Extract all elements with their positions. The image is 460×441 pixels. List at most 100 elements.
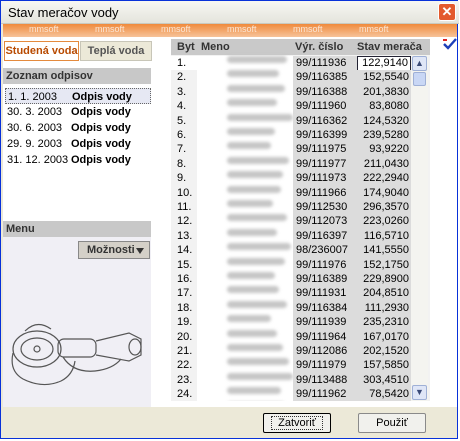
table-row[interactable]: 14. 98/236007 141,5550: [171, 243, 411, 259]
cell-vyr-cislo: 99/116362: [293, 113, 357, 129]
cell-stav-meraca[interactable]: 174,9040: [357, 185, 411, 201]
reading-label: Odpis vody: [71, 154, 131, 166]
banner-watermark: mmsoft: [29, 24, 59, 34]
table-row[interactable]: 15. 99/111976 152,1750: [171, 257, 411, 273]
cell-meno-redacted: [197, 142, 293, 158]
redacted-name-blur: [227, 128, 275, 135]
tab-hot-water[interactable]: Teplá voda: [80, 41, 152, 61]
table-row[interactable]: 2. 99/116385 152,5540: [171, 70, 411, 86]
table-row[interactable]: 24. 99/111962 78,5420: [171, 387, 411, 401]
cell-meno-redacted: [197, 171, 293, 187]
grid-header: Byt Meno Výr. číslo Stav merača: [171, 39, 430, 55]
cell-stav-meraca[interactable]: 167,0170: [357, 329, 411, 345]
column-header-vyr-cislo[interactable]: Výr. číslo: [295, 39, 343, 55]
table-row[interactable]: 13. 99/116397 116,5710: [171, 228, 411, 244]
table-row[interactable]: 17. 99/111931 204,8510: [171, 286, 411, 302]
cell-vyr-cislo: 98/236007: [293, 243, 357, 259]
reading-item[interactable]: 31. 12. 2003 Odpis vody: [5, 152, 151, 168]
close-button-label: Zatvoriť: [271, 416, 323, 430]
cell-stav-meraca[interactable]: 239,5280: [357, 128, 411, 143]
cell-byt: 2.: [171, 70, 197, 86]
table-row[interactable]: 7. 99/111975 93,9220: [171, 142, 411, 158]
apply-button[interactable]: Použiť: [358, 413, 426, 433]
cell-stav-meraca[interactable]: 124,5320: [357, 113, 411, 129]
column-header-stav[interactable]: Stav merača: [357, 39, 422, 55]
table-row[interactable]: 8. 99/111977 211,0430: [171, 156, 411, 172]
cell-stav-meraca[interactable]: 235,2310: [357, 315, 411, 331]
redacted-name-blur: [227, 185, 281, 193]
cell-vyr-cislo: 99/112530: [293, 200, 357, 215]
cell-stav-meraca[interactable]: 201,3830: [357, 84, 411, 100]
cell-stav-meraca[interactable]: 204,8510: [357, 286, 411, 302]
cell-vyr-cislo: 99/116388: [293, 84, 357, 100]
cell-byt: 18.: [171, 300, 197, 316]
cell-byt: 6.: [171, 128, 197, 143]
cell-stav-meraca[interactable]: 152,5540: [357, 70, 411, 86]
cell-stav-meraca[interactable]: 93,9220: [357, 142, 411, 158]
scroll-down-arrow-icon[interactable]: ▼: [412, 385, 427, 400]
options-dropdown[interactable]: Možnosti: [78, 241, 150, 259]
cell-byt: 17.: [171, 286, 197, 302]
table-row[interactable]: 6. 99/116399 239,5280: [171, 128, 411, 143]
table-row[interactable]: 11. 99/112530 296,3570: [171, 200, 411, 215]
cell-stav-meraca[interactable]: 152,1750: [357, 257, 411, 273]
redacted-name-blur: [227, 387, 281, 395]
cell-vyr-cislo: 99/111936: [293, 56, 357, 71]
cell-stav-meraca[interactable]: 83,8080: [357, 99, 411, 115]
cell-stav-meraca[interactable]: 157,5850: [357, 358, 411, 374]
close-window-button[interactable]: ✕: [438, 3, 456, 21]
reading-item[interactable]: 1. 1. 2003 Odpis vody: [5, 88, 151, 104]
table-row[interactable]: 3. 99/116388 201,3830: [171, 84, 411, 100]
cell-stav-meraca[interactable]: 303,4510: [357, 372, 411, 388]
redacted-name-blur: [227, 243, 291, 251]
cell-stav-meraca[interactable]: 211,0430: [357, 156, 411, 172]
cell-stav-meraca[interactable]: 222,2940: [357, 171, 411, 187]
cell-byt: 1.: [171, 56, 197, 71]
cell-stav-meraca[interactable]: 116,5710: [357, 228, 411, 244]
cell-stav-meraca[interactable]: 202,1520: [357, 344, 411, 359]
table-row[interactable]: 23. 99/113488 303,4510: [171, 372, 411, 388]
redacted-name-blur: [227, 142, 271, 150]
cell-vyr-cislo: 99/111976: [293, 257, 357, 273]
banner-watermark: mmsoft: [161, 24, 191, 34]
reading-label: Odpis vody: [71, 106, 131, 118]
reading-item[interactable]: 29. 9. 2003 Odpis vody: [5, 136, 151, 152]
table-row[interactable]: 4. 99/111960 83,8080: [171, 99, 411, 115]
table-row[interactable]: 10. 99/111966 174,9040: [171, 185, 411, 201]
cell-stav-meraca[interactable]: 296,3570: [357, 200, 411, 215]
chevron-down-icon: [136, 248, 144, 254]
table-row[interactable]: 21. 99/112086 202,1520: [171, 344, 411, 359]
cell-stav-meraca[interactable]: 229,8900: [357, 272, 411, 287]
cell-stav-meraca[interactable]: 223,0260: [357, 214, 411, 230]
cell-stav-meraca[interactable]: 111,2930: [357, 300, 411, 316]
close-button[interactable]: Zatvoriť: [263, 413, 331, 433]
table-row[interactable]: 18. 99/116384 111,2930: [171, 300, 411, 316]
redacted-name-blur: [227, 99, 277, 107]
column-header-meno[interactable]: Meno: [201, 39, 230, 55]
scroll-thumb[interactable]: [413, 72, 426, 86]
table-row[interactable]: 5. 99/116362 124,5320: [171, 113, 411, 129]
window-title: Stav meračov vody: [8, 5, 119, 20]
redacted-name-blur: [227, 56, 287, 63]
column-header-byt[interactable]: Byt: [177, 39, 195, 55]
reading-item[interactable]: 30. 3. 2003 Odpis vody: [5, 104, 151, 120]
grid-scrollbar[interactable]: ▲ ▼: [411, 55, 428, 401]
table-row[interactable]: 12. 99/112073 223,0260: [171, 214, 411, 230]
table-row[interactable]: 20. 99/111964 167,0170: [171, 329, 411, 345]
cell-stav-meraca[interactable]: 141,5550: [357, 243, 411, 259]
cell-stav-meraca[interactable]: 122,9140: [357, 56, 411, 71]
cell-stav-meraca[interactable]: 78,5420: [357, 387, 411, 401]
table-row[interactable]: 16. 99/116389 229,8900: [171, 272, 411, 287]
cell-vyr-cislo: 99/111966: [293, 185, 357, 201]
scroll-up-arrow-icon[interactable]: ▲: [412, 56, 427, 71]
table-row[interactable]: 1. 99/111936 122,9140: [171, 56, 411, 71]
tab-cold-water[interactable]: Studená voda: [4, 41, 79, 61]
readings-section-header: Zoznam odpisov: [3, 68, 151, 84]
table-row[interactable]: 19. 99/111939 235,2310: [171, 315, 411, 331]
reading-item[interactable]: 30. 6. 2003 Odpis vody: [5, 120, 151, 136]
cell-meno-redacted: [197, 329, 293, 345]
brand-banner: mmsoft mmsoft mmsoft mmsoft mmsoft mmsof…: [3, 24, 457, 37]
cell-vyr-cislo: 99/111962: [293, 387, 357, 401]
table-row[interactable]: 22. 99/111979 157,5850: [171, 358, 411, 374]
table-row[interactable]: 9. 99/111973 222,2940: [171, 171, 411, 187]
